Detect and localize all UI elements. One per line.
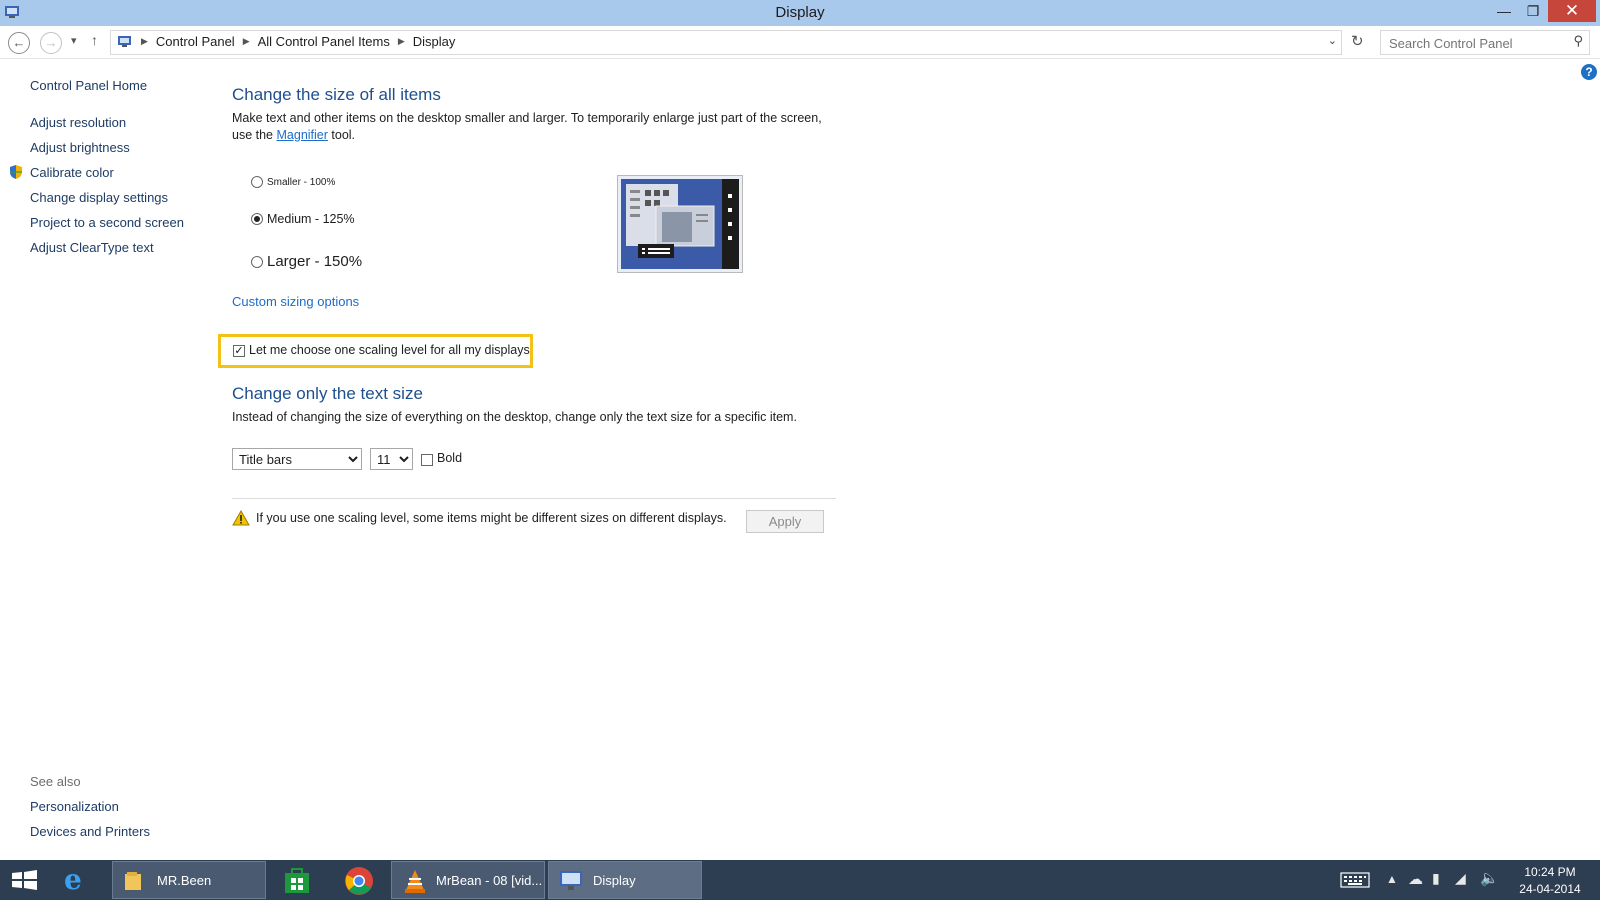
section-size-title: Change the size of all items: [232, 85, 441, 104]
option-larger-label: Larger - 150%: [267, 253, 363, 270]
uac-shield-icon: [10, 165, 22, 179]
help-icon[interactable]: ?: [1581, 64, 1597, 80]
sidebar-item-adjust-resolution[interactable]: Adjust resolution: [30, 115, 126, 130]
address-bar[interactable]: ▶ Control Panel ▶ All Control Panel Item…: [110, 30, 1342, 55]
forward-arrow-icon[interactable]: →: [40, 32, 62, 54]
taskbar-item-vlc-label: MrBean - 08 [vid...: [436, 873, 543, 888]
display-window-icon: [560, 871, 582, 890]
search-icon[interactable]: ⚲: [1573, 33, 1583, 49]
show-hidden-icons-chevron-icon[interactable]: ▲: [1386, 872, 1398, 912]
section-text-size-title: Change only the text size: [232, 384, 423, 403]
taskbar-item-explorer[interactable]: MR.Been: [112, 861, 266, 899]
option-medium[interactable]: Medium - 125%: [251, 212, 355, 226]
description-line-1: Make text and other items on the desktop…: [232, 111, 822, 125]
font-size-select[interactable]: 11: [370, 448, 413, 470]
taskbar-item-display[interactable]: Display: [548, 861, 702, 899]
sidebar-item-devices-printers[interactable]: Devices and Printers: [30, 824, 150, 839]
internet-explorer-icon[interactable]: e: [64, 866, 94, 896]
bold-checkbox[interactable]: [421, 454, 433, 466]
close-button[interactable]: ✕: [1548, 0, 1596, 22]
apply-button[interactable]: Apply: [746, 510, 824, 533]
breadcrumb-display[interactable]: Display: [413, 34, 456, 49]
section-size-description: Make text and other items on the desktop…: [232, 110, 822, 144]
vlc-icon: [405, 870, 425, 893]
folder-icon: [125, 872, 141, 890]
radio-medium[interactable]: [251, 213, 263, 225]
warning-text: If you use one scaling level, some items…: [256, 511, 727, 525]
taskbar-item-display-label: Display: [593, 873, 636, 888]
description-prefix: use the: [232, 128, 274, 142]
option-smaller-label: Smaller - 100%: [267, 176, 336, 188]
description-line-2: use the Magnifier tool.: [232, 127, 822, 144]
sidebar-item-personalization[interactable]: Personalization: [30, 799, 119, 814]
keyboard-icon[interactable]: [1340, 872, 1370, 888]
navigation-bar: ← → ▾ ↑ ▶ Control Panel ▶ All Control Pa…: [0, 26, 1600, 59]
clock-time: 10:24 PM: [1524, 865, 1576, 879]
power-battery-icon[interactable]: ▮: [1432, 870, 1440, 910]
sidebar-item-adjust-cleartype[interactable]: Adjust ClearType text: [30, 240, 154, 255]
sidebar-item-adjust-brightness[interactable]: Adjust brightness: [30, 140, 130, 155]
windows-start-icon[interactable]: [10, 870, 40, 890]
scaling-checkbox[interactable]: ✓: [233, 345, 245, 357]
bold-label[interactable]: Bold: [437, 451, 462, 465]
divider: [232, 498, 836, 499]
volume-icon[interactable]: 🔈: [1480, 869, 1499, 909]
search-box[interactable]: ⚲: [1380, 30, 1590, 55]
window-title: Display: [775, 4, 825, 21]
radio-larger[interactable]: [251, 255, 263, 268]
taskbar-item-explorer-label: MR.Been: [157, 873, 212, 888]
option-larger[interactable]: Larger - 150%: [251, 253, 362, 270]
sidebar-item-change-display-settings[interactable]: Change display settings: [30, 190, 168, 205]
taskbar: e MR.Been MrBean - 08 [vid... Display ▲ …: [0, 860, 1600, 900]
display-scaling-preview-image: [617, 175, 743, 273]
sidebar-item-calibrate-color[interactable]: Calibrate color: [30, 165, 114, 180]
see-also-heading: See also: [30, 774, 81, 789]
control-panel-icon: [118, 35, 131, 47]
minimize-button[interactable]: —: [1490, 0, 1518, 22]
recent-pages-chevron-icon[interactable]: ▾: [71, 34, 77, 47]
option-medium-label: Medium - 125%: [267, 212, 355, 226]
magnifier-link[interactable]: Magnifier: [277, 128, 328, 142]
breadcrumb-separator-icon: ▶: [242, 36, 250, 46]
breadcrumb-control-panel[interactable]: Control Panel: [156, 34, 235, 49]
section-text-size-description: Instead of changing the size of everythi…: [232, 410, 797, 424]
store-icon[interactable]: [283, 868, 311, 894]
radio-smaller[interactable]: [251, 176, 263, 188]
sidebar-item-control-panel-home[interactable]: Control Panel Home: [30, 78, 147, 93]
title-bar: Display — ❐ ✕: [0, 0, 1600, 26]
back-arrow-icon[interactable]: ←: [8, 32, 30, 54]
maximize-button[interactable]: ❐: [1519, 0, 1547, 22]
option-smaller[interactable]: Smaller - 100%: [251, 176, 335, 188]
breadcrumb-all-items[interactable]: All Control Panel Items: [258, 34, 390, 49]
breadcrumb-separator-icon: ▶: [397, 36, 405, 46]
refresh-icon[interactable]: ↻: [1351, 32, 1364, 50]
network-signal-icon[interactable]: ◢: [1455, 870, 1466, 910]
warning-icon: [232, 510, 250, 526]
custom-sizing-options-link[interactable]: Custom sizing options: [232, 294, 359, 309]
up-arrow-icon[interactable]: ↑: [91, 32, 98, 48]
clock[interactable]: 10:24 PM 24-04-2014: [1512, 864, 1588, 898]
breadcrumb: ▶ Control Panel ▶ All Control Panel Item…: [117, 34, 455, 49]
sidebar-item-project-second-screen[interactable]: Project to a second screen: [30, 215, 184, 230]
taskbar-item-vlc[interactable]: MrBean - 08 [vid...: [391, 861, 545, 899]
description-suffix: tool.: [331, 128, 356, 142]
scaling-checkbox-label[interactable]: Let me choose one scaling level for all …: [249, 343, 530, 357]
breadcrumb-separator-icon: ▶: [141, 36, 148, 46]
text-item-select[interactable]: Title bars: [232, 448, 362, 470]
chrome-icon[interactable]: [344, 866, 374, 896]
address-dropdown-chevron-icon[interactable]: ⌄: [1328, 34, 1337, 47]
onedrive-cloud-icon[interactable]: ☁: [1408, 870, 1423, 910]
search-input[interactable]: [1387, 33, 1561, 54]
clock-date: 24-04-2014: [1519, 882, 1581, 896]
